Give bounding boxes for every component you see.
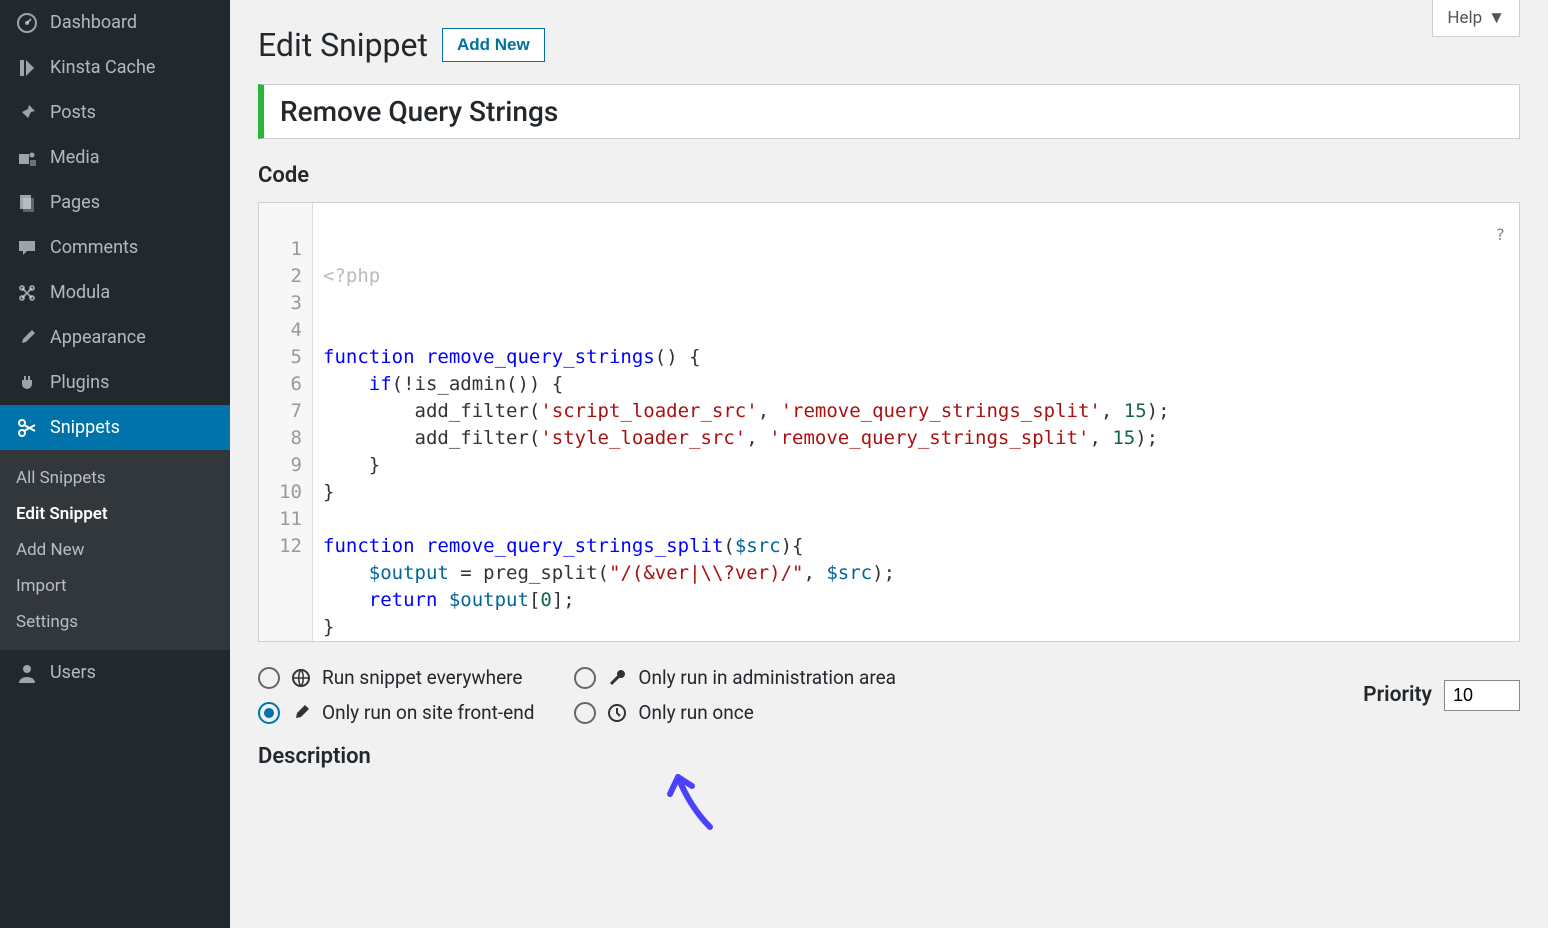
scope-options: Run snippet everywhere Only run on site … <box>258 666 1520 724</box>
php-open-tag: <?php <box>323 263 1509 290</box>
sidebar-item-dashboard[interactable]: Dashboard <box>0 0 230 45</box>
sidebar-item-label: Comments <box>50 237 138 258</box>
submenu-item-all-snippets[interactable]: All Snippets <box>0 460 230 496</box>
gauge-icon <box>14 13 40 33</box>
priority-input[interactable] <box>1444 680 1520 711</box>
scope-frontend[interactable]: Only run on site front-end <box>258 701 534 724</box>
sidebar-item-label: Appearance <box>50 327 146 348</box>
page-title: Edit Snippet <box>258 26 428 64</box>
admin-sidebar: Dashboard Kinsta Cache Posts Media Pages… <box>0 0 230 928</box>
media-icon <box>14 148 40 168</box>
submenu-item-import[interactable]: Import <box>0 568 230 604</box>
brush-icon <box>290 703 312 723</box>
sidebar-item-comments[interactable]: Comments <box>0 225 230 270</box>
sidebar-submenu: All Snippets Edit Snippet Add New Import… <box>0 450 230 650</box>
radio-icon <box>574 667 596 689</box>
scope-label: Run snippet everywhere <box>322 666 523 689</box>
user-icon <box>14 663 40 683</box>
sidebar-item-label: Posts <box>50 102 96 123</box>
annotation-arrow-icon <box>660 762 730 832</box>
scope-label: Only run once <box>638 701 753 724</box>
submenu-item-settings[interactable]: Settings <box>0 604 230 640</box>
submenu-item-edit-snippet[interactable]: Edit Snippet <box>0 496 230 532</box>
sidebar-item-label: Dashboard <box>50 12 137 33</box>
priority-label: Priority <box>1363 683 1432 707</box>
scissors-icon <box>14 418 40 438</box>
plug-icon <box>14 373 40 393</box>
sidebar-item-snippets[interactable]: Snippets <box>0 405 230 450</box>
page-icon <box>14 193 40 213</box>
sidebar-item-label: Users <box>50 662 96 683</box>
kinsta-icon <box>14 58 40 78</box>
code-heading: Code <box>258 163 1520 188</box>
sidebar-item-label: Pages <box>50 192 100 213</box>
scope-admin[interactable]: Only run in administration area <box>574 666 896 689</box>
code-gutter: 123456789101112 <box>259 203 313 641</box>
sidebar-item-label: Media <box>50 147 100 168</box>
scope-once[interactable]: Only run once <box>574 701 896 724</box>
main-content: Help ▼ Edit Snippet Add New Remove Query… <box>230 0 1548 928</box>
editor-help-icon[interactable]: ? <box>1495 225 1505 244</box>
radio-icon <box>258 702 280 724</box>
sidebar-item-label: Modula <box>50 282 110 303</box>
caret-down-icon: ▼ <box>1488 8 1505 28</box>
brush-icon <box>14 328 40 348</box>
description-heading: Description <box>258 744 1520 769</box>
sidebar-item-label: Snippets <box>50 417 120 438</box>
sidebar-item-posts[interactable]: Posts <box>0 90 230 135</box>
comment-icon <box>14 238 40 258</box>
scope-label: Only run in administration area <box>638 666 896 689</box>
code-editor[interactable]: 123456789101112 <?php function remove_qu… <box>258 202 1520 642</box>
code-area[interactable]: <?php function remove_query_strings() { … <box>313 203 1519 641</box>
scope-label: Only run on site front-end <box>322 701 534 724</box>
sidebar-item-appearance[interactable]: Appearance <box>0 315 230 360</box>
help-tab[interactable]: Help ▼ <box>1432 0 1520 37</box>
priority-field: Priority <box>1363 680 1520 711</box>
modula-icon <box>14 283 40 303</box>
sidebar-item-kinsta-cache[interactable]: Kinsta Cache <box>0 45 230 90</box>
submenu-item-add-new[interactable]: Add New <box>0 532 230 568</box>
wrench-icon <box>606 668 628 688</box>
sidebar-item-modula[interactable]: Modula <box>0 270 230 315</box>
radio-icon <box>574 702 596 724</box>
sidebar-item-users[interactable]: Users <box>0 650 230 695</box>
sidebar-item-label: Plugins <box>50 372 109 393</box>
radio-icon <box>258 667 280 689</box>
sidebar-item-pages[interactable]: Pages <box>0 180 230 225</box>
pin-icon <box>14 103 40 123</box>
globe-icon <box>290 668 312 688</box>
add-new-button[interactable]: Add New <box>442 28 545 62</box>
snippet-title-input[interactable]: Remove Query Strings <box>258 84 1520 139</box>
clock-icon <box>606 703 628 723</box>
help-label: Help <box>1447 8 1482 28</box>
scope-everywhere[interactable]: Run snippet everywhere <box>258 666 534 689</box>
sidebar-item-plugins[interactable]: Plugins <box>0 360 230 405</box>
sidebar-item-media[interactable]: Media <box>0 135 230 180</box>
sidebar-item-label: Kinsta Cache <box>50 57 155 78</box>
